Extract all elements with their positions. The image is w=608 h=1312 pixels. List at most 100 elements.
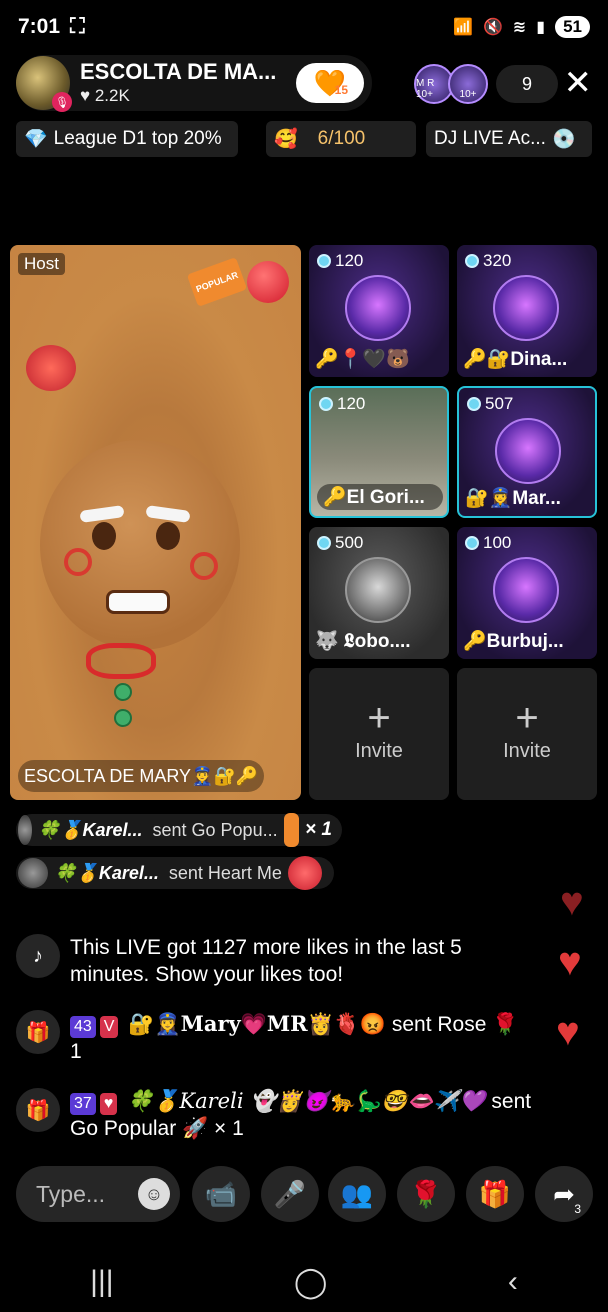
invite-slot[interactable]: + Invite	[457, 668, 597, 800]
home-icon[interactable]: ◯	[294, 1265, 328, 1300]
status-bar: 7:01 ⛶ 📶 🔇 ≋ ▮ 51	[0, 0, 608, 54]
follow-count: 15	[334, 83, 348, 97]
gifter-avatar	[18, 858, 48, 888]
guest-name: 🔑El Gori...	[317, 484, 443, 510]
comment-placeholder: Type...	[36, 1180, 106, 1207]
gift-combo: × 1	[305, 819, 332, 840]
level-badge: 43	[70, 1016, 96, 1038]
guest-tile[interactable]: 320 🔑🔐Dina...	[457, 245, 597, 377]
mic-off-icon: 🎙	[52, 92, 72, 112]
guest-tile[interactable]: 500 🐺 𝕷obo....	[309, 527, 449, 659]
cast-icon: 📶	[453, 19, 473, 36]
guest-avatar	[493, 557, 559, 623]
chat-message-text: 43 V 🔐👮‍♀️Mary💗MR👸🫀😡 sent Rose 🌹 1	[70, 1010, 550, 1065]
guest-avatar	[493, 275, 559, 341]
turntable-icon: 💿	[551, 129, 576, 150]
guest-tile[interactable]: 507 🔐👮‍♀️Mar...	[457, 386, 597, 518]
eye	[92, 522, 116, 550]
recents-icon[interactable]: |||	[90, 1265, 113, 1299]
heart-me-badge	[247, 261, 289, 303]
gift-notification: 🍀🥇Karel... sent Go Popu... × 1	[16, 813, 342, 847]
host-avatar[interactable]: 🎙	[16, 56, 72, 112]
info-chips: 💎 League D1 top 20% 🥰 6/100 DJ LIVE Ac..…	[16, 121, 592, 159]
cheek	[64, 548, 92, 576]
host-tag: Host	[18, 253, 65, 275]
share-icon[interactable]: ➦ 3	[535, 1166, 593, 1222]
eyebrow	[79, 504, 125, 524]
guest-score: 320	[465, 251, 511, 271]
chat-message-text: 37 ♥ 🍀🥇Kareli 👻👸😈🐆🦕🤓👄✈️💜 sent Go Popular …	[70, 1088, 570, 1142]
back-icon[interactable]: ‹	[508, 1265, 518, 1299]
share-arrow: ➦	[553, 1178, 575, 1209]
gifter-name: 🍀🥇Karel...	[37, 819, 143, 840]
eyebrow	[145, 504, 191, 524]
bow-tie	[86, 643, 156, 679]
guest-tile[interactable]: 100 🔑Burbuj...	[457, 527, 597, 659]
gem-icon	[317, 536, 331, 550]
guest-tile[interactable]: 120 🔑El Gori...	[309, 386, 449, 518]
viewer-avatar[interactable]: 10+	[448, 64, 488, 104]
fan-level-badge: ♥	[99, 1093, 118, 1115]
chat-user[interactable]: 🍀🥇Kareli 👻👸😈🐆🦕🤓👄✈️💜	[127, 1089, 485, 1113]
status-icons: 📶 🔇 ≋ ▮ 51	[453, 16, 590, 38]
guest-score: 500	[317, 533, 363, 553]
goal-chip[interactable]: 🥰 6/100	[266, 121, 416, 157]
close-icon[interactable]: ✕	[564, 66, 593, 100]
dj-live-chip[interactable]: DJ LIVE Ac... 💿	[426, 121, 592, 157]
chat-message[interactable]: 🎁 43 V 🔐👮‍♀️Mary💗MR👸🫀😡 sent Rose 🌹 1	[16, 1010, 576, 1065]
gift-icon[interactable]: 🎁	[466, 1166, 524, 1222]
floating-heart-icon: ♥	[558, 940, 582, 984]
guests-icon[interactable]: 👥	[328, 1166, 386, 1222]
league-chip[interactable]: 💎 League D1 top 20%	[16, 121, 238, 157]
guest-tile[interactable]: 120 🔑📍🖤🐻	[309, 245, 449, 377]
popular-badge: POPULAR	[186, 257, 248, 307]
guest-avatar	[495, 418, 561, 484]
gem-icon	[465, 536, 479, 550]
invite-label: Invite	[503, 740, 551, 762]
gifter-name: 🍀🥇Karel...	[54, 862, 159, 883]
invite-slot[interactable]: + Invite	[309, 668, 449, 800]
goal-progress: 6/100	[317, 128, 366, 149]
chat-user[interactable]: 🔐👮‍♀️Mary💗MR👸🫀😡	[128, 1011, 386, 1036]
emoji-icon[interactable]: ☺	[138, 1178, 170, 1210]
gift-box-icon: 🎁	[16, 1010, 60, 1054]
gift-notification: 🍀🥇Karel... sent Heart Me	[16, 856, 334, 890]
gem-icon	[465, 254, 479, 268]
plus-icon: +	[515, 696, 539, 740]
guest-name: 🔑📍🖤🐻	[315, 349, 410, 370]
guest-avatar	[345, 557, 411, 623]
gift-text: sent Heart Me	[168, 862, 282, 883]
viewer-count[interactable]: 9	[496, 65, 558, 103]
heart-me-gift-icon	[287, 856, 322, 890]
guest-score: 120	[319, 394, 365, 414]
mic-icon[interactable]: 🎤	[261, 1166, 319, 1222]
host-name: ESCOLTA DE MA...	[80, 59, 277, 84]
signal-icon: ▮	[536, 19, 546, 36]
chat-message[interactable]: 🎁 37 ♥ 🍀🥇Kareli 👻👸😈🐆🦕🤓👄✈️💜 sent Go Popula…	[16, 1088, 576, 1142]
gem-icon	[319, 397, 333, 411]
rose-icon[interactable]: 🌹	[397, 1166, 455, 1222]
candy-button	[114, 683, 132, 701]
gift-box-icon: 🎁	[16, 1088, 60, 1132]
plus-icon: +	[367, 696, 391, 740]
candy-button	[114, 709, 132, 727]
guest-score: 507	[467, 394, 513, 414]
floating-heart-icon: ♥	[560, 880, 584, 924]
mouth	[106, 590, 170, 614]
system-message: ♪ This LIVE got 1127 more likes in the l…	[16, 934, 576, 988]
status-time: 7:01	[18, 15, 61, 38]
gift-text: sent Go Popu...	[152, 819, 278, 840]
follow-button[interactable]: 🧡 15	[296, 63, 364, 103]
gem-icon	[467, 397, 481, 411]
share-count: 3	[574, 1202, 581, 1216]
fan-level-badge: V	[99, 1016, 119, 1038]
eye	[156, 522, 180, 550]
viewer-list[interactable]: M R 10+ 10+ 9	[414, 64, 558, 104]
wifi-icon: ≋	[512, 19, 527, 36]
host-video[interactable]: Host POPULAR ESCOLTA DE MARY👮‍♀️🔐🔑	[10, 245, 301, 800]
go-popular-gift-icon	[283, 813, 300, 847]
video-off-icon[interactable]: 📹	[192, 1166, 250, 1222]
comment-input[interactable]: Type... ☺	[16, 1166, 180, 1222]
host-info[interactable]: 🎙 ESCOLTA DE MA... ♥ 2.2K 🧡 15	[16, 55, 372, 112]
guest-score: 120	[317, 251, 363, 271]
